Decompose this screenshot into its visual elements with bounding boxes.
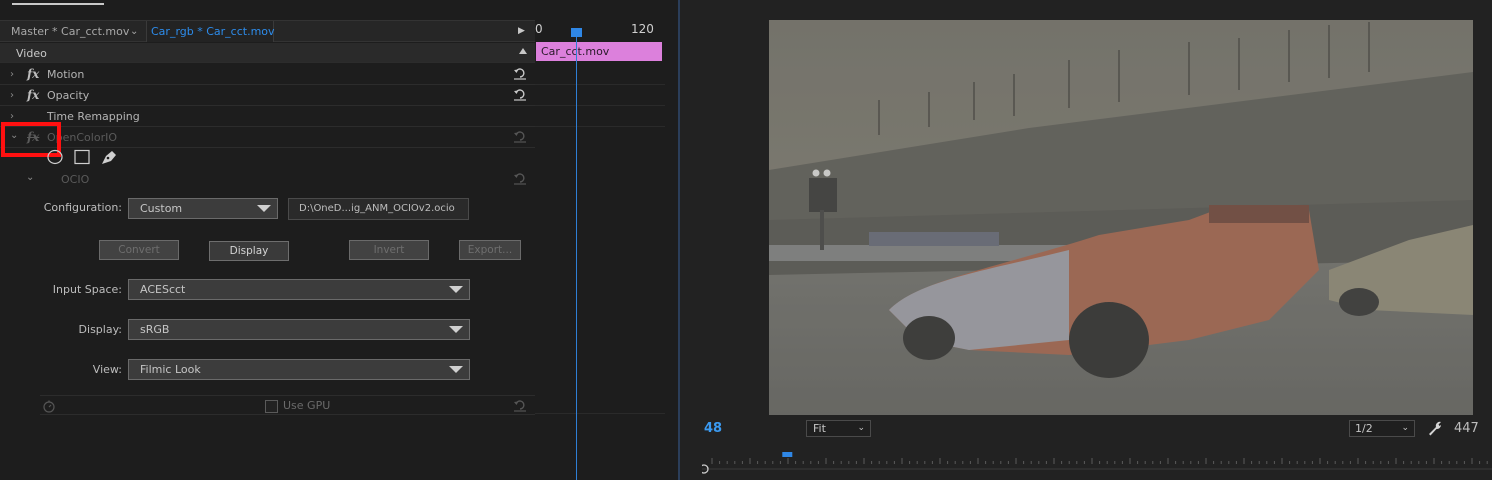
fx-icon[interactable]: fx bbox=[27, 85, 39, 106]
resolution-value: 1/2 bbox=[1355, 422, 1373, 435]
ruler-start-label: 0 bbox=[535, 22, 543, 36]
monitor-scrub-bar[interactable] bbox=[702, 452, 1492, 480]
dropdown-arrow-icon bbox=[449, 366, 463, 373]
display-button[interactable]: Display bbox=[209, 241, 289, 261]
resolution-dropdown[interactable]: 1/2 ⌄ bbox=[1349, 420, 1415, 437]
dropdown-arrow-icon bbox=[449, 326, 463, 333]
invert-button[interactable]: Invert bbox=[349, 240, 429, 260]
wrench-icon[interactable] bbox=[1427, 420, 1443, 436]
timeline-row-divider bbox=[535, 126, 665, 127]
chevron-down-icon: ⌄ bbox=[1401, 423, 1409, 433]
use-gpu-checkbox[interactable] bbox=[265, 400, 278, 413]
input-space-label: Input Space: bbox=[52, 283, 122, 296]
timeline-row-divider bbox=[535, 105, 665, 106]
current-frame-readout[interactable]: 48 bbox=[704, 421, 722, 436]
use-gpu-label: Use GPU bbox=[283, 399, 331, 412]
reset-icon[interactable] bbox=[513, 66, 527, 80]
effect-timeline[interactable]: 0 120 Car_cct.mov bbox=[535, 20, 665, 480]
configuration-dropdown[interactable]: Custom bbox=[128, 198, 278, 219]
duration-readout: 447 bbox=[1454, 421, 1479, 436]
effect-row-motion[interactable]: › fx Motion bbox=[0, 64, 535, 85]
effect-row-opencolorio[interactable]: ⌄ fx OpenColorIO bbox=[0, 127, 535, 148]
configuration-value: Custom bbox=[140, 202, 183, 215]
dropdown-arrow-icon bbox=[257, 205, 271, 212]
effect-label: Motion bbox=[47, 68, 85, 81]
race-car-image bbox=[769, 20, 1473, 415]
ocio-group-label: OCIO bbox=[61, 173, 90, 186]
timeline-row-divider bbox=[535, 84, 665, 85]
reset-icon[interactable] bbox=[513, 87, 527, 101]
playhead-line bbox=[576, 30, 577, 480]
chevron-down-icon[interactable]: ⌄ bbox=[130, 21, 138, 42]
view-dropdown[interactable]: Filmic Look bbox=[128, 359, 470, 380]
ellipse-mask-icon[interactable] bbox=[47, 149, 63, 165]
mask-tools bbox=[47, 149, 116, 165]
input-space-dropdown[interactable]: ACEScct bbox=[128, 279, 470, 300]
effect-row-opacity[interactable]: › fx Opacity bbox=[0, 85, 535, 106]
view-value: Filmic Look bbox=[140, 363, 201, 376]
view-label: View: bbox=[92, 363, 122, 376]
tab-sequence-clip[interactable]: Car_rgb * Car_cct.mov bbox=[146, 21, 275, 42]
effect-label: Opacity bbox=[47, 89, 90, 102]
input-space-value: ACEScct bbox=[140, 283, 186, 296]
convert-button[interactable]: Convert bbox=[99, 240, 179, 260]
reset-icon[interactable] bbox=[513, 398, 527, 412]
configuration-label: Configuration: bbox=[43, 201, 122, 214]
effect-controls-panel: Master * Car_cct.mov ⌄ Car_rgb * Car_cct… bbox=[0, 0, 678, 480]
use-gpu-row: Use GPU bbox=[40, 395, 535, 415]
ocio-group-row[interactable]: ⌄ OCIO bbox=[0, 169, 535, 190]
video-section-header: Video bbox=[0, 43, 535, 63]
play-triangle-icon[interactable]: ▶ bbox=[518, 21, 525, 42]
display-label: Display: bbox=[78, 323, 122, 336]
config-path-field[interactable]: D:\OneD...ig_ANM_OCIOv2.ocio bbox=[288, 198, 469, 220]
video-frame[interactable] bbox=[769, 20, 1473, 415]
dropdown-arrow-icon bbox=[449, 286, 463, 293]
fx-icon[interactable]: fx bbox=[27, 64, 39, 85]
rectangle-mask-icon[interactable] bbox=[74, 149, 90, 165]
export-button[interactable]: Export... bbox=[459, 240, 521, 260]
zoom-dropdown[interactable]: Fit ⌄ bbox=[806, 420, 871, 437]
zoom-value: Fit bbox=[813, 422, 826, 435]
effect-row-time-remapping[interactable]: › Time Remapping bbox=[0, 106, 535, 127]
pen-mask-icon[interactable] bbox=[102, 151, 116, 164]
ruler-end-label: 120 bbox=[631, 22, 654, 36]
clip-tab-bar: Master * Car_cct.mov ⌄ Car_rgb * Car_cct… bbox=[0, 20, 535, 42]
stopwatch-icon[interactable] bbox=[42, 399, 56, 413]
chevron-down-icon: ⌄ bbox=[857, 423, 865, 433]
scrub-ticks bbox=[711, 458, 1488, 464]
collapse-up-icon[interactable] bbox=[519, 48, 527, 54]
section-title: Video bbox=[16, 47, 47, 60]
display-dropdown[interactable]: sRGB bbox=[128, 319, 470, 340]
playhead-handle[interactable] bbox=[571, 28, 582, 37]
panel-tab-underline bbox=[12, 3, 104, 5]
timeline-row-divider bbox=[535, 413, 665, 414]
tab-master-clip[interactable]: Master * Car_cct.mov bbox=[11, 21, 129, 42]
chevron-right-icon[interactable]: › bbox=[10, 85, 14, 106]
chevron-right-icon[interactable]: › bbox=[10, 64, 14, 85]
display-value: sRGB bbox=[140, 323, 170, 336]
playhead-handle[interactable] bbox=[782, 452, 793, 457]
program-monitor: 48 Fit ⌄ 1/2 ⌄ 447 bbox=[680, 0, 1492, 480]
timeline-ruler[interactable]: 0 120 bbox=[535, 20, 665, 40]
chevron-down-icon[interactable]: ⌄ bbox=[26, 167, 34, 188]
reset-icon[interactable] bbox=[513, 171, 527, 185]
timeline-clip[interactable]: Car_cct.mov bbox=[536, 42, 662, 61]
reset-icon[interactable] bbox=[513, 129, 527, 143]
